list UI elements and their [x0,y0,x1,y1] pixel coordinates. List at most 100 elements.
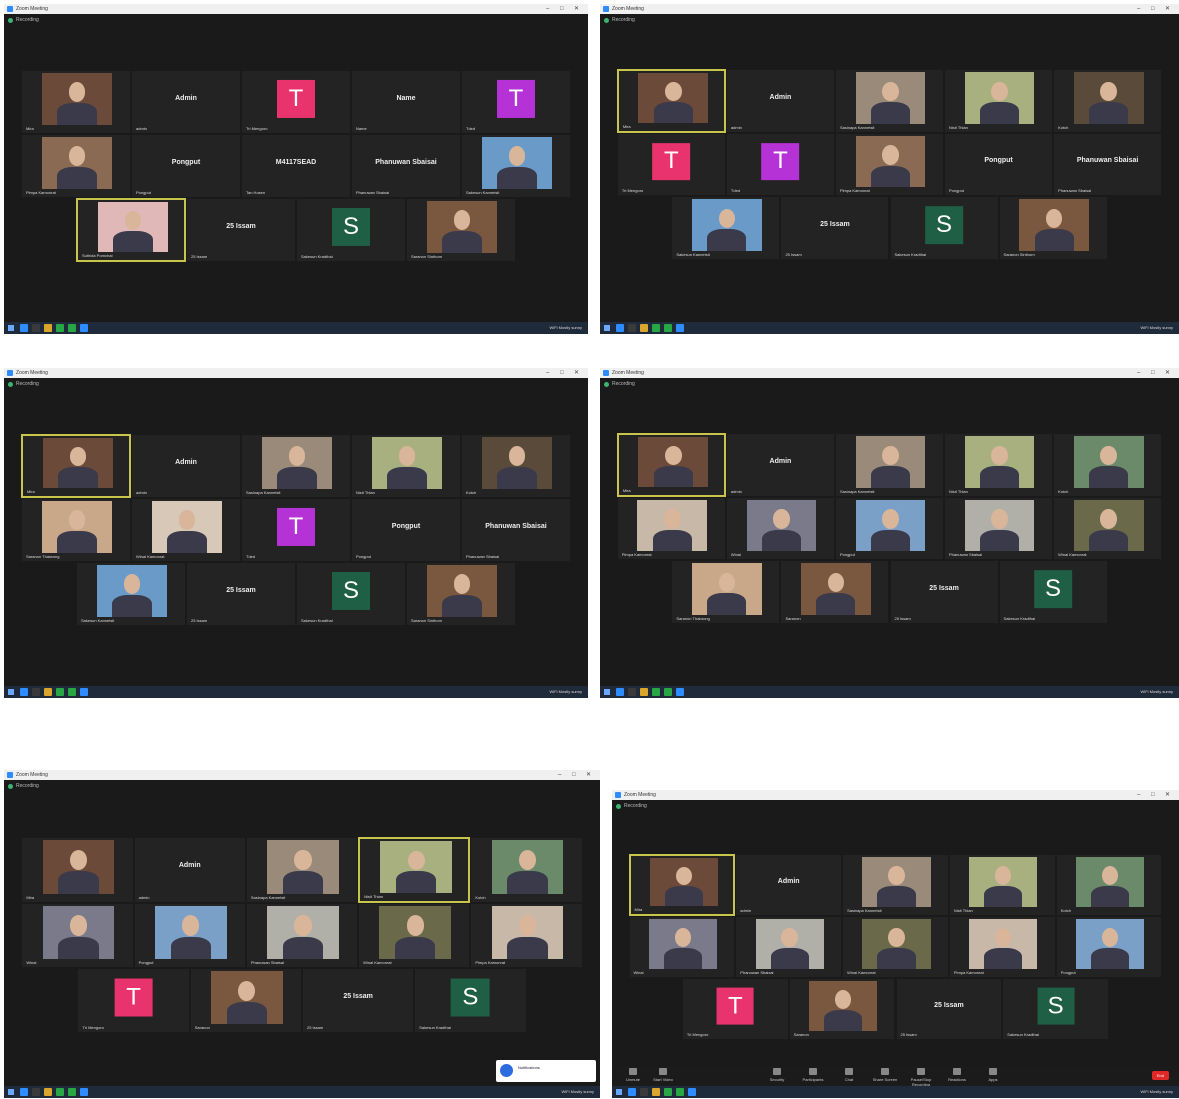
minimize-icon[interactable]: – [1137,368,1140,378]
participant-tile[interactable]: Kotch [1053,69,1163,133]
participant-tile[interactable]: Sasinapa Kannetsit [245,837,359,903]
maximize-icon[interactable]: □ [1151,4,1155,14]
participant-tile[interactable]: Winai Kamonrat [358,902,471,968]
end-meeting-button[interactable]: End [1151,1071,1169,1080]
participant-tile[interactable]: Pongput [1055,916,1163,979]
participant-tile[interactable]: Winai Kamonrat [842,916,949,979]
taskbar-app-icon[interactable] [20,1088,28,1096]
participant-tile[interactable]: Phanuwan Sbaisai [735,916,843,979]
participant-tile[interactable]: Pimpa Kamonrat [948,916,1056,979]
participant-tile[interactable]: S Sakesun Kradthai [1002,978,1110,1041]
participant-tile[interactable]: Mira [628,854,736,917]
participant-tile[interactable]: Admin admin [133,837,246,903]
start-button-icon[interactable] [8,325,14,331]
participant-tile[interactable]: Pimpa Kamonrat [470,902,583,968]
participant-tile[interactable]: Saranon Thaiwong [21,498,131,562]
taskbar-app-icon[interactable] [640,324,648,332]
taskbar-app-icon[interactable] [676,324,684,332]
control-apps[interactable]: Apps [978,1068,1008,1082]
taskbar-app-icon[interactable] [640,1088,648,1096]
participant-tile[interactable]: Pimpa Kamonrat [616,496,726,561]
close-icon[interactable]: ✕ [574,4,579,14]
start-button-icon[interactable] [604,325,610,331]
participant-tile[interactable]: Winai [725,496,835,561]
notification-popup[interactable]: Notifications [496,1060,596,1082]
participant-tile[interactable]: Mira [616,69,726,133]
maximize-icon[interactable]: □ [560,368,564,378]
participant-tile[interactable]: 25 Issam 25 Issam [889,560,999,624]
participant-tile[interactable]: Mira [21,837,134,903]
participant-tile[interactable]: Suthida Pornchai [76,198,186,262]
participant-tile[interactable]: Pongput [834,496,945,561]
start-button-icon[interactable] [8,1089,14,1095]
participant-tile[interactable]: T Tri Mengoro [616,132,726,197]
taskbar-app-icon[interactable] [68,1088,76,1096]
taskbar-app-icon[interactable] [56,324,64,332]
control-chat[interactable]: Chat [834,1068,864,1082]
taskbar-app-icon[interactable] [56,1088,64,1096]
participant-tile[interactable]: Pimpa Kamonrat [21,134,131,198]
participant-tile[interactable]: Saranon [780,560,890,624]
taskbar-app-icon[interactable] [664,688,672,696]
participant-tile[interactable]: Kotch [470,837,583,903]
participant-tile[interactable]: T Tded [725,132,835,197]
taskbar-app-icon[interactable] [640,688,648,696]
participant-tile[interactable]: Sakesun Kannetsit [671,196,781,260]
close-icon[interactable]: ✕ [1165,368,1170,378]
participant-tile[interactable]: Admin admin [131,70,241,134]
participant-tile[interactable]: Sakesun Kannetsit [76,562,186,626]
participant-tile[interactable]: Phanuwan Sbaisai Phanuwan Sbaisai [1053,132,1163,197]
participant-tile[interactable]: Saranon Sinthorn [406,198,516,262]
participant-tile[interactable]: Pongput Pongput [131,134,241,198]
close-icon[interactable]: ✕ [1165,790,1170,800]
participant-tile[interactable]: Sasinapa Kannetsit [834,69,945,133]
participant-tile[interactable]: Pongput Pongput [944,132,1054,197]
participant-tile[interactable]: Saranon Thaiwong [671,560,781,624]
minimize-icon[interactable]: – [558,770,561,780]
participant-tile[interactable]: T Tded [461,70,571,134]
participant-tile[interactable]: Phanuwan Sbaisai Phanuwan Sbaisai [461,498,571,562]
participant-tile[interactable]: T Tri Mengoro [681,978,789,1041]
control-share-screen[interactable]: Share Screen [870,1068,900,1082]
control-pause-stop-recording[interactable]: Pause/Stop Recording [906,1068,936,1087]
start-button-icon[interactable] [8,689,14,695]
participant-tile[interactable]: T Tri Mengoro [241,70,351,134]
participant-tile[interactable]: M4117SEAD Tan Hosen [241,134,351,198]
participant-tile[interactable]: Saranon [788,978,896,1041]
participant-tile[interactable]: Sasinapa Kannetsit [834,433,945,497]
taskbar-app-icon[interactable] [44,1088,52,1096]
taskbar-app-icon[interactable] [68,324,76,332]
maximize-icon[interactable]: □ [560,4,564,14]
taskbar-app-icon[interactable] [20,688,28,696]
taskbar-app-icon[interactable] [80,324,88,332]
participant-tile[interactable]: Saranon Sinthorn [998,196,1108,260]
participant-tile[interactable]: Winai [21,902,134,968]
taskbar-app-icon[interactable] [44,688,52,696]
participant-tile[interactable]: S Sakesun Kradthai [296,198,406,262]
control-unmute[interactable]: Unmute [618,1068,648,1082]
start-button-icon[interactable] [616,1089,622,1095]
taskbar-app-icon[interactable] [628,324,636,332]
participant-tile[interactable]: T Tri Mengoro [77,967,190,1034]
maximize-icon[interactable]: □ [572,770,576,780]
participant-tile[interactable]: Admin admin [725,433,835,497]
taskbar-app-icon[interactable] [688,1088,696,1096]
taskbar-app-icon[interactable] [32,688,40,696]
participant-tile[interactable]: Admin admin [131,434,241,498]
participant-tile[interactable]: Nisit Thian [358,837,471,903]
close-icon[interactable]: ✕ [1165,4,1170,14]
taskbar-app-icon[interactable] [652,1088,660,1096]
participant-tile[interactable]: Admin admin [735,854,843,917]
participant-tile[interactable]: S Sakesun Kradthai [296,562,406,626]
taskbar-app-icon[interactable] [652,324,660,332]
maximize-icon[interactable]: □ [1151,368,1155,378]
participant-tile[interactable]: Mira [616,433,726,497]
participant-tile[interactable]: T Tded [241,498,351,562]
taskbar-app-icon[interactable] [80,688,88,696]
participant-tile[interactable]: Saranon [189,967,302,1034]
taskbar-app-icon[interactable] [616,324,624,332]
participant-tile[interactable]: Mira [21,70,131,134]
taskbar-app-icon[interactable] [56,688,64,696]
participant-tile[interactable]: Phanuwan Sbaisai [245,902,359,968]
participant-tile[interactable]: Winai [628,916,736,979]
